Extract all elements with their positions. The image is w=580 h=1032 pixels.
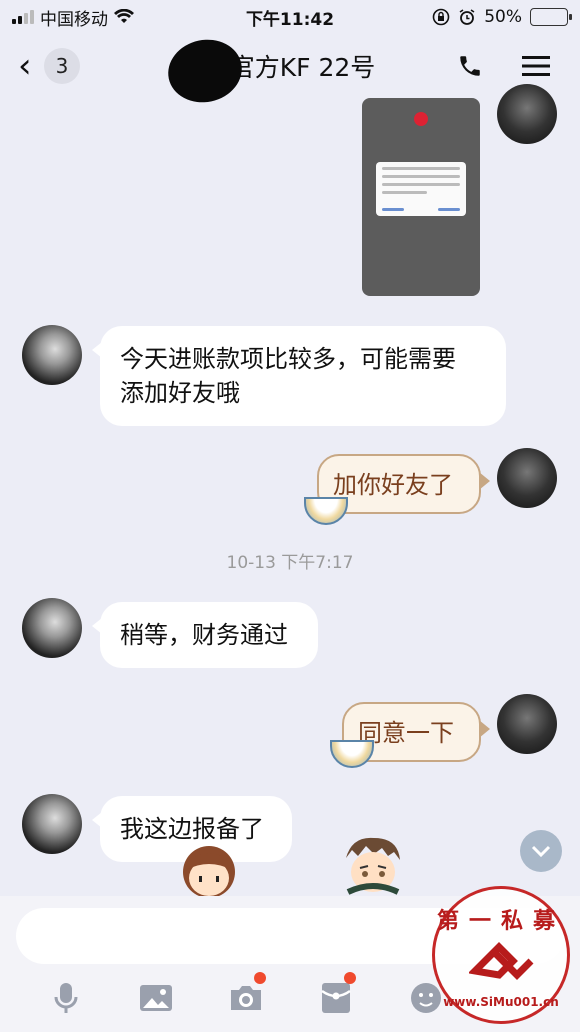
app-logo — [414, 112, 428, 126]
microphone-icon[interactable] — [44, 978, 88, 1018]
message-text: 今天进账款项比较多，可能需要 添加好友哦 — [120, 345, 456, 407]
watermark-logo — [469, 942, 534, 980]
avatar-contact[interactable] — [22, 598, 82, 658]
message-text: 加你好友了 — [333, 471, 453, 499]
watermark-bottom-text: www.SiMu001.cn — [443, 995, 559, 1009]
status-bar: 中国移动 下午11:42 50% — [0, 0, 580, 34]
message-text: 稍等，财务通过 — [120, 621, 288, 649]
menu-icon[interactable] — [520, 50, 552, 82]
avatar-contact[interactable] — [22, 325, 82, 385]
shared-screenshot-image[interactable] — [362, 98, 480, 296]
avatar-self[interactable] — [497, 84, 557, 144]
chevron-down-icon — [531, 845, 551, 857]
wifi-icon — [114, 9, 134, 23]
notification-dot — [254, 972, 266, 984]
watermark-seal: 第一私募 www.SiMu001.cn — [432, 886, 570, 1024]
avatar-self[interactable] — [497, 694, 557, 754]
message-bubble-incoming[interactable]: 今天进账款项比较多，可能需要 添加好友哦 — [92, 326, 506, 426]
notification-dot — [344, 972, 356, 984]
image-icon[interactable] — [134, 978, 178, 1018]
avatar-self[interactable] — [497, 448, 557, 508]
bubble-decoration-icon — [330, 740, 374, 768]
screenshot-dialog — [376, 162, 466, 216]
battery-icon — [530, 8, 572, 26]
chat-header: ‹ 3 惠官方KF 22号 — [0, 34, 580, 98]
red-packet-icon[interactable] — [314, 972, 358, 1018]
rotation-lock-icon — [432, 8, 450, 26]
signal-icon — [12, 10, 34, 24]
bubble-decoration-icon — [304, 497, 348, 525]
message-bubble-incoming[interactable]: 稍等，财务通过 — [92, 602, 318, 668]
cartoon-boy-sticker — [346, 837, 400, 895]
battery-percent: 50% — [484, 7, 522, 27]
avatar-contact[interactable] — [22, 794, 82, 854]
scroll-down-button[interactable] — [520, 830, 562, 872]
cartoon-girl-sticker — [183, 846, 235, 896]
camera-icon[interactable] — [224, 972, 268, 1018]
unread-count-badge[interactable]: 3 — [44, 48, 80, 84]
message-timestamp: 10-13 下午7:17 — [226, 553, 354, 573]
chevron-left-icon[interactable]: ‹ — [18, 49, 44, 83]
alarm-icon — [459, 9, 475, 25]
carrier-label: 中国移动 — [40, 9, 108, 30]
phone-icon[interactable] — [454, 50, 486, 82]
